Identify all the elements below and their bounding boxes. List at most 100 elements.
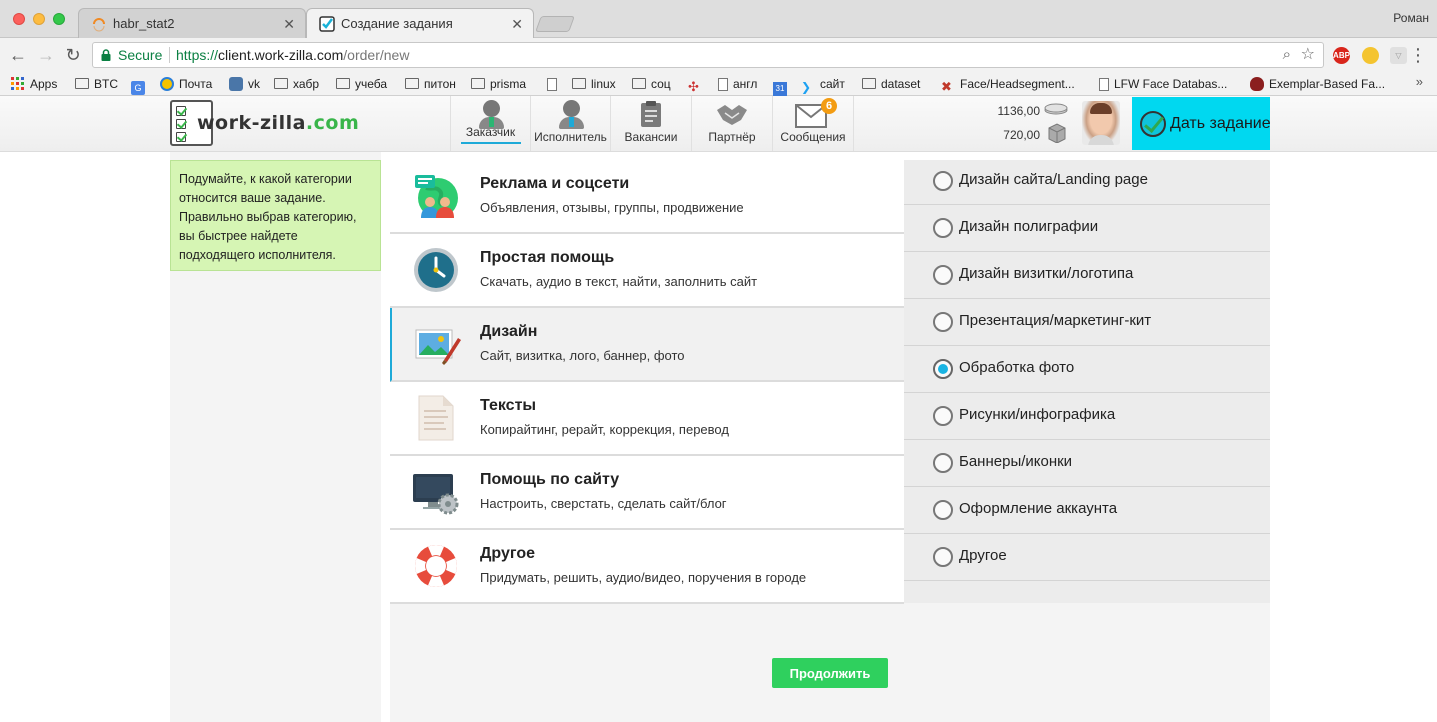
category-design[interactable]: Дизайн Сайт, визитка, лого, баннер, фото — [390, 308, 904, 382]
radio-button-checked[interactable] — [933, 359, 953, 379]
lifebuoy-icon — [415, 545, 457, 587]
bookmark-page[interactable] — [547, 75, 562, 93]
bookmark-label: англ — [733, 77, 758, 91]
bookmark-dataset[interactable]: dataset — [862, 75, 920, 93]
bookmark-pinwheel[interactable]: ✣ — [688, 75, 707, 94]
subcategory-option[interactable]: Другое — [904, 534, 1270, 581]
nav-label: Сообщения — [780, 130, 846, 144]
category-texts[interactable]: Тексты Копирайтинг, рерайт, коррекция, п… — [390, 382, 904, 456]
browser-menu-icon[interactable]: ⋮ — [1409, 46, 1427, 64]
browser-tab-create-task[interactable]: Создание задания ✕ — [306, 8, 534, 39]
bookmark-label: LFW Face Databas... — [1114, 77, 1228, 91]
radio-button[interactable] — [933, 406, 953, 426]
bookmark-vk[interactable]: vk — [229, 75, 260, 93]
subcategory-label: Оформление аккаунта — [959, 500, 1118, 517]
subcategory-option[interactable]: Рисунки/инфографика — [904, 393, 1270, 440]
monitor-gear-icon — [413, 474, 459, 515]
nav-partner[interactable]: Партнёр — [691, 96, 772, 151]
continue-button[interactable]: Продолжить — [772, 658, 888, 688]
page-icon — [718, 78, 728, 91]
nav-customer[interactable]: Заказчик — [450, 96, 530, 151]
subcategory-option-selected[interactable]: Обработка фото — [904, 346, 1270, 393]
tab-close-icon[interactable]: ✕ — [283, 9, 295, 39]
bookmark-angl[interactable]: англ — [718, 75, 757, 93]
back-arrow-icon[interactable]: ← — [8, 45, 28, 65]
bookmark-btc[interactable]: BTC — [75, 75, 118, 93]
minimize-window-button[interactable] — [33, 13, 45, 25]
logo-suffix: .com — [305, 112, 360, 134]
radio-button[interactable] — [933, 218, 953, 238]
give-task-button[interactable]: Дать задание — [1132, 97, 1271, 150]
user-avatar[interactable] — [1082, 101, 1120, 145]
category-ads-social[interactable]: Реклама и соцсети Объявления, отзывы, гр… — [390, 160, 904, 234]
bookmark-pochta[interactable]: Почта — [160, 75, 212, 93]
workzilla-favicon-icon — [319, 16, 335, 32]
subcategory-option[interactable]: Презентация/маркетинг-кит — [904, 299, 1270, 346]
reload-icon[interactable]: ↻ — [63, 45, 83, 65]
nav-messages[interactable]: 6 Сообщения — [772, 96, 854, 151]
radio-button[interactable] — [933, 265, 953, 285]
category-other[interactable]: Другое Придумать, решить, аудио/видео, п… — [390, 530, 904, 604]
workzilla-logo[interactable]: work-zilla.com — [170, 100, 360, 148]
tab-title: habr_stat2 — [113, 16, 175, 31]
bookmark-habr[interactable]: хабр — [274, 75, 319, 93]
browser-profile-name[interactable]: Роман — [1393, 11, 1429, 25]
maximize-window-button[interactable] — [53, 13, 65, 25]
category-website-help[interactable]: Помощь по сайту Настроить, сверстать, сд… — [390, 456, 904, 530]
category-hint: Подумайте, к какой категории относится в… — [170, 160, 381, 271]
nav-vacancies[interactable]: Вакансии — [610, 96, 691, 151]
address-bar[interactable]: Secure https://client.work-zilla.com/ord… — [92, 42, 1324, 68]
url-text[interactable]: https://client.work-zilla.com/order/new — [176, 43, 409, 67]
nav-label: Вакансии — [624, 130, 678, 144]
subcategory-option[interactable]: Баннеры/иконки — [904, 440, 1270, 487]
pinwheel-extension-icon[interactable]: ✿ — [1362, 47, 1379, 64]
coins-icon — [1044, 103, 1068, 115]
browser-tab-habr-stat[interactable]: habr_stat2 ✕ — [78, 8, 306, 38]
folder-icon — [471, 78, 485, 89]
lock-icon — [101, 49, 111, 61]
bookmark-sait[interactable]: ❯ сайт — [801, 75, 845, 94]
category-simple-help[interactable]: Простая помощь Скачать, аудио в текст, н… — [390, 234, 904, 308]
radio-button[interactable] — [933, 547, 953, 567]
site-header: work-zilla.com Заказчик Исполнитель Вака… — [0, 96, 1437, 152]
bookmark-calendar[interactable]: 31 — [773, 75, 792, 96]
radio-button[interactable] — [933, 500, 953, 520]
close-window-button[interactable] — [13, 13, 25, 25]
secure-label: Secure — [118, 47, 163, 63]
radio-button[interactable] — [933, 171, 953, 191]
bookmark-prisma[interactable]: prisma — [471, 75, 526, 93]
shield-extension-icon[interactable]: ▽ — [1390, 47, 1407, 64]
bookmark-translate[interactable]: G — [131, 75, 150, 95]
radio-button[interactable] — [933, 312, 953, 332]
bookmark-piton[interactable]: питон — [405, 75, 456, 93]
radio-button[interactable] — [933, 453, 953, 473]
zoom-icon[interactable]: ⌕ — [1283, 43, 1291, 67]
browser-tabstrip: habr_stat2 ✕ Создание задания ✕ Роман — [0, 0, 1437, 39]
folder-icon — [632, 78, 646, 89]
bookmarks-overflow-button[interactable]: » — [1416, 74, 1423, 89]
new-tab-button[interactable] — [535, 16, 575, 32]
subcategory-option[interactable]: Дизайн визитки/логотипа — [904, 252, 1270, 299]
nav-label: Исполнитель — [534, 130, 607, 144]
bookmark-exemplar[interactable]: Exemplar-Based Fa... — [1250, 75, 1385, 93]
bookmark-star-icon[interactable]: ☆ — [1301, 43, 1315, 67]
bookmark-face-headsegment[interactable]: ✖ Face/Headsegment... — [941, 75, 1075, 94]
forward-arrow-icon[interactable]: → — [36, 45, 56, 65]
pinwheel-icon: ✣ — [688, 79, 699, 94]
tab-close-icon[interactable]: ✕ — [511, 9, 523, 39]
subcategory-option[interactable]: Дизайн полиграфии — [904, 205, 1270, 252]
bookmark-soc[interactable]: соц — [632, 75, 671, 93]
bookmark-linux[interactable]: linux — [572, 75, 616, 93]
document-icon — [418, 395, 454, 441]
give-task-label: Дать задание — [1170, 115, 1271, 132]
nav-freelancer[interactable]: Исполнитель — [530, 96, 610, 151]
subcategory-option[interactable]: Дизайн сайта/Landing page — [904, 158, 1270, 205]
bookmark-label: сайт — [820, 77, 845, 91]
bookmark-label: prisma — [490, 77, 527, 91]
subcategory-option[interactable]: Оформление аккаунта — [904, 487, 1270, 534]
bookmark-ucheba[interactable]: учеба — [336, 75, 387, 93]
adblock-icon[interactable]: ABP — [1333, 47, 1350, 64]
bookmark-lfw[interactable]: LFW Face Databas... — [1099, 75, 1227, 93]
bookmark-apps[interactable]: Apps — [11, 75, 57, 93]
bookmark-label: хабр — [293, 77, 320, 91]
